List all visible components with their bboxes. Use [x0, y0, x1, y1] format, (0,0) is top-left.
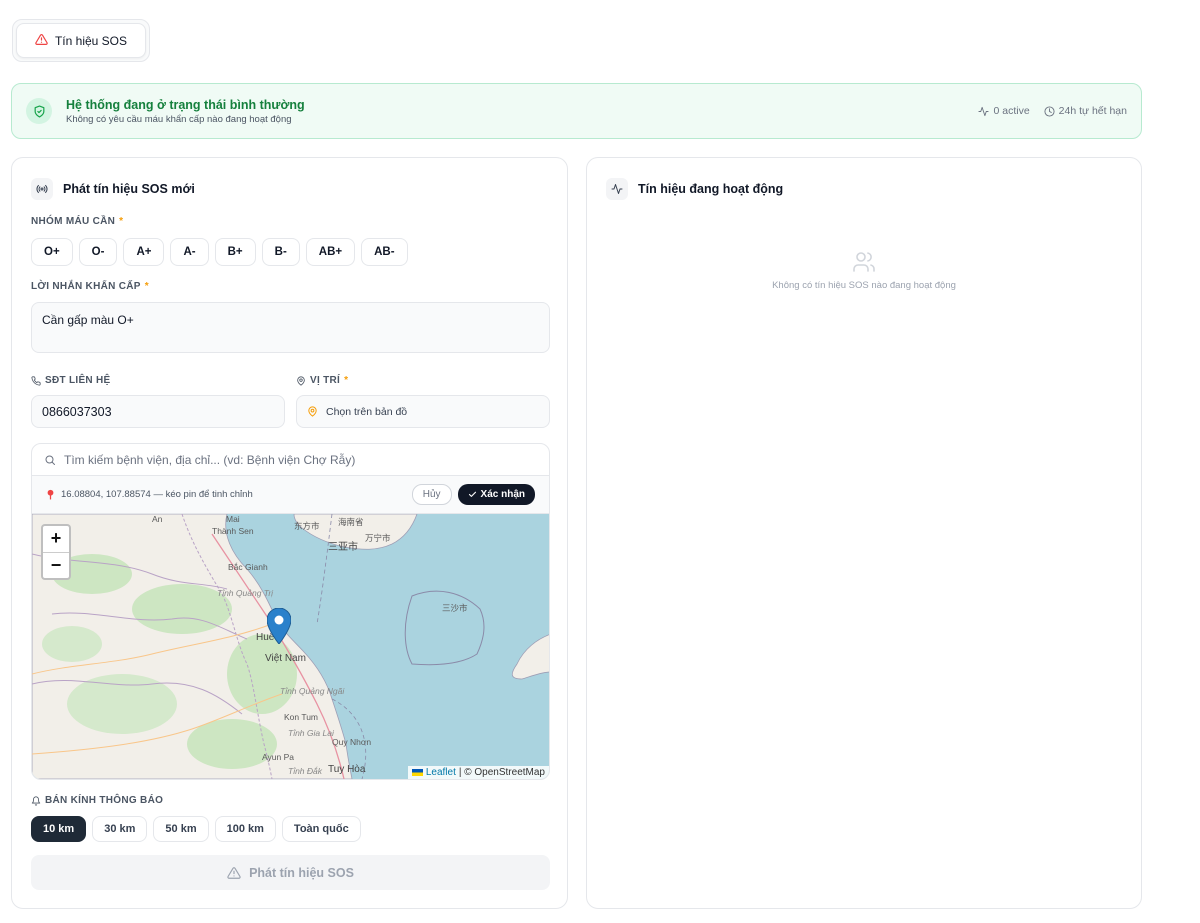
tab-bar: Tín hiệu SOS [12, 19, 150, 62]
active-signals-title: Tín hiệu đang hoạt động [606, 178, 783, 200]
map-label-tuy-hoa: Tuy Hòa [328, 764, 366, 775]
radius-nationwide[interactable]: Toàn quốc [281, 816, 361, 842]
map-label-sanya: 三亚市 [328, 542, 358, 553]
map-search-input[interactable] [64, 452, 537, 467]
map-label-kon-tum: Kon Tum [284, 712, 319, 722]
activity-icon [606, 178, 628, 200]
blood-type-b-plus[interactable]: B+ [214, 238, 256, 266]
zoom-control: + − [41, 524, 71, 580]
expiry-info: 24h tự hết hạn [1044, 105, 1127, 117]
map-label-quy-nhon: Quy Nhơn [332, 737, 372, 747]
blood-type-label: NHÓM MÁU CẦN * [31, 216, 124, 227]
map-label-mai: Mai [226, 514, 240, 524]
map-attribution: Leaflet | © OpenStreetMap [407, 766, 549, 779]
zoom-out-button[interactable]: − [43, 553, 69, 579]
location-marker-icon[interactable] [266, 607, 292, 649]
map-picker: 16.08804, 107.88574 — kéo pin để tinh ch… [31, 443, 550, 780]
empty-state: Không có tín hiệu SOS nào đang hoạt động [587, 250, 1141, 291]
map-label-dak: Tỉnh Đắk [288, 766, 323, 776]
leaflet-link[interactable]: Leaflet [411, 767, 456, 778]
coordinate-bar: 16.08804, 107.88574 — kéo pin để tinh ch… [32, 476, 549, 514]
cancel-location-button[interactable]: Hủy [411, 484, 452, 505]
warning-triangle-icon [35, 33, 48, 49]
broadcast-icon [31, 178, 53, 200]
osm-attribution[interactable]: | © OpenStreetMap [459, 767, 545, 778]
empty-state-text: Không có tín hiệu SOS nào đang hoạt động [772, 280, 956, 291]
clock-icon [1044, 105, 1055, 117]
emergency-message-input[interactable]: Cần gấp màu O+ [31, 302, 550, 353]
new-sos-form-card: Phát tín hiệu SOS mới NHÓM MÁU CẦN * O+ O… [11, 157, 568, 909]
map-label-sansha: 三沙市 [442, 603, 468, 613]
map-label-an: An [152, 514, 163, 524]
blood-type-ab-minus[interactable]: AB- [361, 238, 408, 266]
users-icon [853, 252, 875, 272]
tab-sos-signals[interactable]: Tín hiệu SOS [16, 23, 146, 58]
location-label: VỊ TRÍ * [296, 375, 348, 386]
search-icon [45, 455, 55, 465]
map-label-quang-ngai: Tỉnh Quảng Ngãi [280, 686, 345, 696]
phone-input[interactable] [31, 395, 285, 428]
radius-30km[interactable]: 30 km [92, 816, 148, 842]
warning-triangle-icon [227, 866, 241, 879]
check-icon [468, 491, 476, 497]
send-sos-button[interactable]: Phát tín hiệu SOS [31, 855, 550, 890]
status-subtitle: Không có yêu cầu máu khẩn cấp nào đang h… [66, 113, 292, 125]
form-title: Phát tín hiệu SOS mới [31, 178, 195, 200]
activity-icon [978, 106, 990, 116]
active-count: 0 active [978, 105, 1030, 117]
phone-label: SĐT LIÊN HỆ [31, 375, 111, 386]
blood-type-a-minus[interactable]: A- [170, 238, 209, 266]
red-pin-icon [47, 489, 54, 500]
radius-10km[interactable]: 10 km [31, 816, 87, 842]
map-label-bac-giang: Bắc Gianh [228, 562, 268, 572]
map-label-quang-tri: Tỉnh Quảng Trị [217, 588, 274, 598]
blood-type-b-minus[interactable]: B- [261, 238, 300, 266]
blood-type-a-plus[interactable]: A+ [123, 238, 165, 266]
blood-type-o-plus[interactable]: O+ [31, 238, 73, 266]
map-label-ayun-pa: Ayun Pa [262, 752, 294, 762]
radius-label: BÁN KÍNH THÔNG BÁO [31, 795, 163, 806]
confirm-location-button[interactable]: Xác nhận [457, 484, 535, 505]
choose-on-map-button[interactable]: Chọn trên bản đồ [296, 395, 550, 428]
status-title: Hệ thống đang ở trạng thái bình thường [66, 97, 305, 112]
coordinate-text: 16.08804, 107.88574 — kéo pin để tinh ch… [61, 489, 253, 500]
active-signals-card: Tín hiệu đang hoạt động Không có tín hiệ… [586, 157, 1142, 909]
shield-check-icon [26, 98, 52, 124]
system-status-banner: Hệ thống đang ở trạng thái bình thường K… [11, 83, 1142, 139]
blood-type-selector: O+ O- A+ A- B+ B- AB+ AB- [31, 238, 408, 266]
radius-selector: 10 km 30 km 50 km 100 km Toàn quốc [31, 816, 361, 842]
map-canvas[interactable]: Thành Sen Mai An Bắc Gianh Tỉnh Quảng Tr… [32, 514, 549, 779]
map-label-hainan: 海南省 [338, 517, 364, 527]
zoom-in-button[interactable]: + [43, 526, 69, 553]
map-pin-icon [308, 406, 317, 417]
map-label-gia-lai: Tỉnh Gia Lai [288, 728, 334, 738]
radius-100km[interactable]: 100 km [214, 816, 276, 842]
location-pin-icon [297, 376, 305, 386]
map-label-wanning: 万宁市 [365, 533, 391, 543]
map-label-viet-nam: Việt Nam [265, 653, 306, 664]
blood-type-ab-plus[interactable]: AB+ [305, 238, 356, 266]
bell-icon [31, 795, 41, 806]
map-label-thanh-sen: Thành Sen [212, 526, 254, 536]
tab-label: Tín hiệu SOS [54, 33, 128, 48]
message-label: LỜI NHẮN KHẨN CẤP * [31, 281, 149, 292]
map-label-dongfang: 东方市 [294, 521, 320, 531]
ukraine-flag-icon [411, 769, 423, 776]
radius-50km[interactable]: 50 km [153, 816, 209, 842]
map-search-bar [32, 444, 549, 476]
phone-icon [31, 375, 41, 386]
blood-type-o-minus[interactable]: O- [78, 238, 118, 266]
